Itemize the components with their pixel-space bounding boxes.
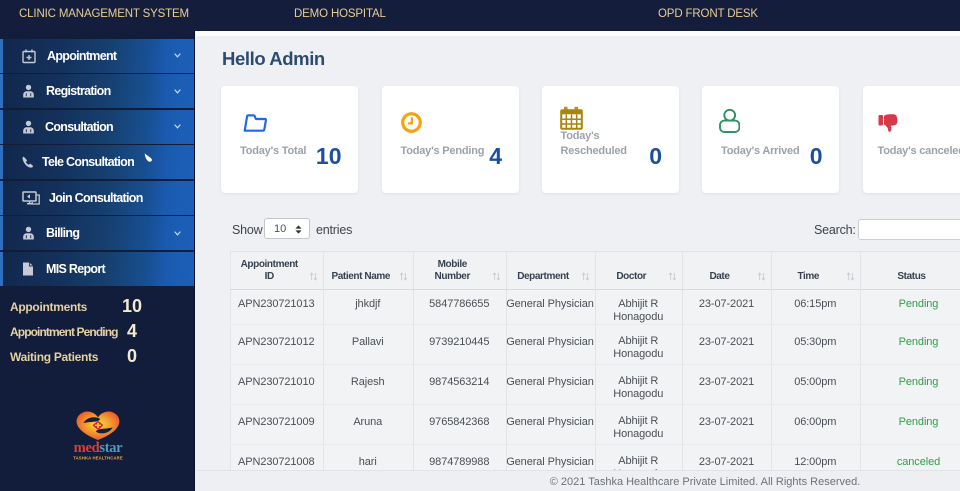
- svg-text:medstar: medstar: [74, 440, 124, 456]
- svg-text:TASHKA HEALTHCARE: TASHKA HEALTHCARE: [73, 456, 123, 461]
